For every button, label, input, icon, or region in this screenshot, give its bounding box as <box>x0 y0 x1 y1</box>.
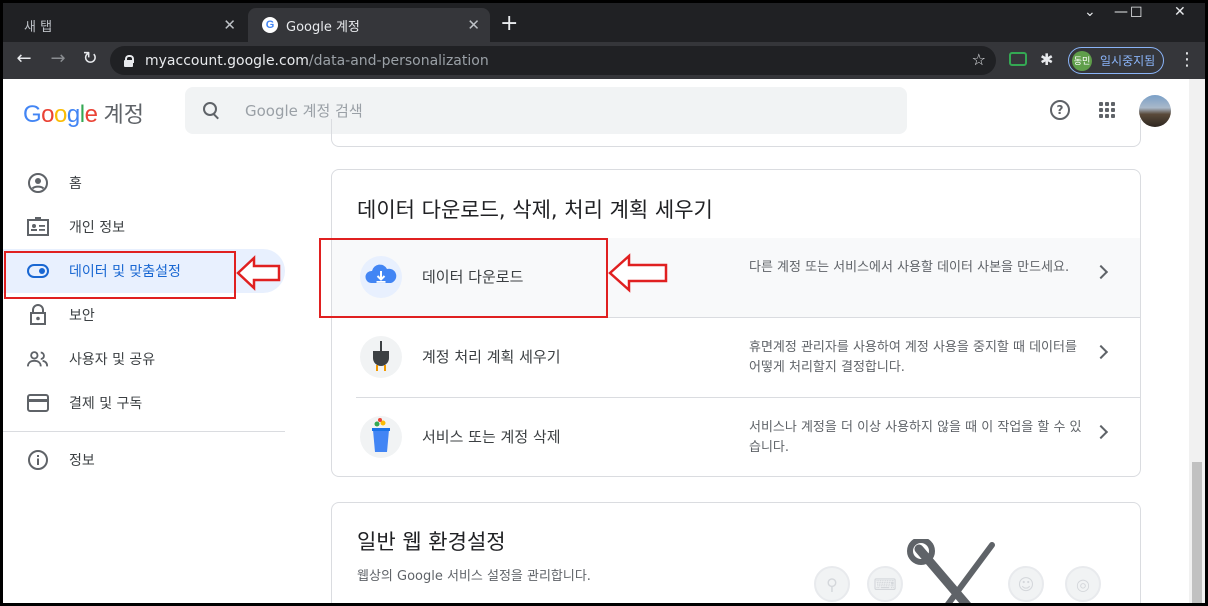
profile-button[interactable]: 동민 일시중지됨 <box>1068 47 1164 74</box>
web-preferences-card[interactable]: 일반 웹 환경설정 웹상의 Google 서비스 설정을 관리합니다. ⚲ ⌨ … <box>331 502 1141 603</box>
forward-arrow-icon[interactable]: → <box>46 48 70 69</box>
tab-title: Google 계정 <box>286 19 360 35</box>
account-avatar[interactable] <box>1139 95 1171 127</box>
plug-icon <box>360 336 402 378</box>
product-name: 계정 <box>103 103 144 128</box>
row-description: 휴면계정 관리자를 사용하여 계정 사용을 중지할 때 데이터를 어떻게 처리할… <box>749 340 1077 375</box>
url-host: myaccount.google.com <box>145 52 309 69</box>
apps-grid-icon[interactable] <box>1099 102 1115 118</box>
sidebar-item-home[interactable]: 홈 <box>3 161 285 205</box>
browser-tabstrip: 새 탭 ✕ G Google 계정 ✕ + ⌄ — ☐ ✕ <box>0 0 1208 42</box>
browser-toolbar: ← → ↻ myaccount.google.com/data-and-pers… <box>0 42 1208 79</box>
url-path: /data-and-personalization <box>308 52 489 69</box>
annotation-box-download <box>319 238 608 318</box>
previous-card-edge <box>331 119 1141 147</box>
extensions-puzzle-icon[interactable]: ✱ <box>1040 50 1053 69</box>
sidebar-item-about[interactable]: 정보 <box>3 438 285 482</box>
chevron-right-icon <box>1093 264 1109 280</box>
sidebar-divider <box>3 431 285 432</box>
tv-extension-icon[interactable] <box>1009 52 1027 66</box>
sidebar-item-personal-info[interactable]: 개인 정보 <box>3 205 285 249</box>
page-scrollbar[interactable] <box>1189 79 1205 603</box>
chevron-right-icon <box>1093 344 1109 360</box>
lock-icon <box>27 304 49 326</box>
sidebar-item-label: 사용자 및 공유 <box>69 352 156 368</box>
bookmark-star-icon[interactable]: ☆ <box>972 50 986 69</box>
scrollbar-thumb[interactable] <box>1192 462 1202 603</box>
profile-avatar: 동민 <box>1072 50 1092 71</box>
people-icon <box>27 348 49 370</box>
sidebar-item-label: 보안 <box>69 308 95 324</box>
row-delete-service[interactable]: 서비스 또는 계정 삭제 서비스나 계정을 더 이상 사용하지 않을 때 이 작… <box>332 398 1140 478</box>
tab-search-icon[interactable]: ⌄ <box>1084 4 1096 20</box>
close-tab-icon[interactable]: ✕ <box>223 16 236 34</box>
google-account-logo[interactable]: Google 계정 <box>23 97 144 129</box>
row-description: 서비스나 계정을 더 이상 사용하지 않을 때 이 작업을 할 수 있습니다. <box>749 420 1082 455</box>
section-title: 일반 웹 환경설정 <box>357 530 506 554</box>
tab-title: 새 탭 <box>24 19 53 35</box>
tab-new-tab[interactable]: 새 탭 ✕ <box>8 8 246 42</box>
sidebar-item-label: 개인 정보 <box>69 220 125 236</box>
section-subtitle: 웹상의 Google 서비스 설정을 관리합니다. <box>357 569 591 584</box>
profile-status: 일시중지됨 <box>1100 54 1156 68</box>
row-label: 서비스 또는 계정 삭제 <box>422 428 561 446</box>
row-description: 다른 계정 또는 서비스에서 사용할 데이터 사본을 만드세요. <box>749 260 1070 275</box>
section-title: 데이터 다운로드, 삭제, 처리 계획 세우기 <box>357 198 713 222</box>
sidebar-item-people-sharing[interactable]: 사용자 및 공유 <box>3 337 285 381</box>
tools-illustration <box>907 539 995 603</box>
sidebar-item-label: 결제 및 구독 <box>69 396 143 412</box>
trash-bin-icon <box>360 416 402 458</box>
annotation-arrow-download <box>608 253 668 293</box>
download-delete-card: 데이터 다운로드, 삭제, 처리 계획 세우기 데이터 다운로드 다른 계정 또… <box>331 169 1141 477</box>
row-label: 계정 처리 계획 세우기 <box>422 348 561 366</box>
chevron-right-icon <box>1093 424 1109 440</box>
sidebar-item-label: 정보 <box>69 453 95 469</box>
tab-google-account[interactable]: G Google 계정 ✕ <box>248 8 490 42</box>
help-icon[interactable]: ? <box>1050 100 1070 120</box>
lock-icon <box>124 55 134 67</box>
keyboard-icon: ⌨ <box>867 566 903 602</box>
row-account-plan[interactable]: 계정 처리 계획 세우기 휴면계정 관리자를 사용하여 계정 사용을 중지할 때… <box>332 318 1140 398</box>
address-bar[interactable]: myaccount.google.com/data-and-personaliz… <box>110 46 996 75</box>
annotation-box-sidebar <box>4 251 236 299</box>
annotation-arrow-sidebar <box>236 255 281 291</box>
browser-menu-icon[interactable]: ⋮ <box>1178 49 1196 70</box>
account-circle-icon <box>27 172 49 194</box>
close-tab-icon[interactable]: ✕ <box>467 16 480 34</box>
search-icon <box>203 101 221 120</box>
credit-card-icon <box>27 392 49 414</box>
google-favicon-icon: G <box>262 17 278 33</box>
sidebar-nav: 홈 개인 정보 데이터 및 맞춤설정 보안 사용자 및 공유 결제 및 구독 정… <box>3 161 285 482</box>
id-card-icon <box>27 216 49 238</box>
back-arrow-icon[interactable]: ← <box>12 48 36 69</box>
reload-icon[interactable]: ↻ <box>78 48 102 69</box>
page-content: Google계정 ? 홈 개인 정보 데이터 <box>3 79 1205 603</box>
search-input[interactable] <box>245 101 845 120</box>
globe-icon: ◎ <box>1065 566 1101 602</box>
sidebar-item-label: 홈 <box>69 176 82 192</box>
search-icon: ⚲ <box>814 566 850 602</box>
minimize-button[interactable]: — <box>1114 4 1128 20</box>
window-close-button[interactable]: ✕ <box>1174 4 1186 20</box>
sidebar-item-security[interactable]: 보안 <box>3 293 285 337</box>
maximize-button[interactable]: ☐ <box>1130 5 1143 21</box>
new-tab-button[interactable]: + <box>500 11 518 37</box>
sidebar-item-payments[interactable]: 결제 및 구독 <box>3 381 285 425</box>
info-icon <box>27 449 49 471</box>
accessibility-icon: ☺ <box>1008 566 1044 602</box>
